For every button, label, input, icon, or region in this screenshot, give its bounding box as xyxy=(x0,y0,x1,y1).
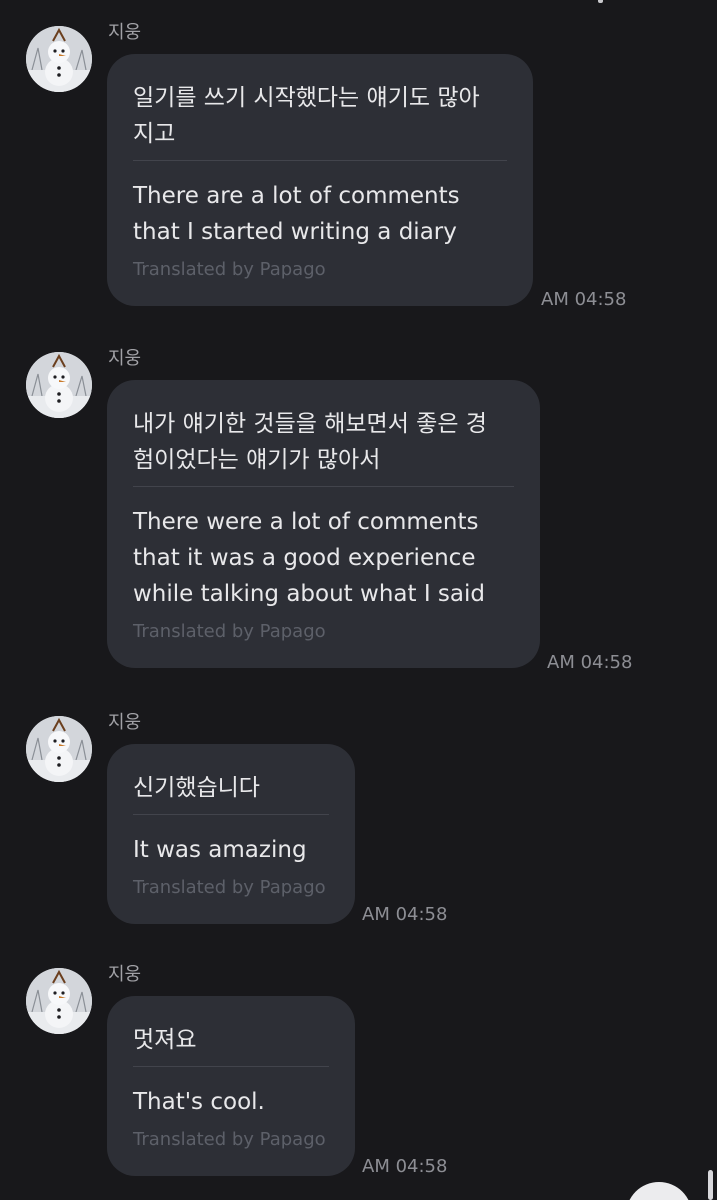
divider xyxy=(133,160,507,161)
status-indicator xyxy=(598,0,603,3)
snowman-icon xyxy=(26,26,92,92)
timestamp: AM 04:58 xyxy=(541,289,627,310)
timestamp: AM 04:58 xyxy=(362,1156,448,1177)
divider xyxy=(133,814,329,815)
timestamp: AM 04:58 xyxy=(362,904,448,925)
sender-name: 지웅 xyxy=(108,712,142,733)
translation-credit: Translated by Papago xyxy=(133,1129,326,1150)
translated-text: That's cool. xyxy=(133,1089,265,1115)
timestamp: AM 04:58 xyxy=(547,652,633,673)
translation-credit: Translated by Papago xyxy=(133,877,326,898)
avatar[interactable] xyxy=(26,26,92,92)
original-text: 내가 얘기한 것들을 해보면서 좋은 경 험이었다는 얘기가 많아서 xyxy=(133,411,487,473)
message-bubble[interactable]: 내가 얘기한 것들을 해보면서 좋은 경 험이었다는 얘기가 많아서 There… xyxy=(107,380,540,668)
message-bubble[interactable]: 멋져요 That's cool. Translated by Papago xyxy=(107,996,355,1176)
avatar[interactable] xyxy=(26,968,92,1034)
divider xyxy=(133,1066,329,1067)
avatar[interactable] xyxy=(26,716,92,782)
translated-text: There were a lot of comments that it was… xyxy=(133,509,485,607)
snowman-icon xyxy=(26,716,92,782)
sender-name: 지웅 xyxy=(108,22,142,43)
avatar[interactable] xyxy=(26,352,92,418)
translation-credit: Translated by Papago xyxy=(133,621,326,642)
snowman-icon xyxy=(26,968,92,1034)
translated-text: There are a lot of comments that I start… xyxy=(133,183,460,245)
scroll-to-bottom-button[interactable] xyxy=(626,1182,692,1200)
chat-view[interactable]: 지웅 일기를 쓰기 시작했다는 얘기도 많아 지고 There are a lo… xyxy=(0,0,717,1200)
sender-name: 지웅 xyxy=(108,348,142,369)
scrollbar-thumb[interactable] xyxy=(708,1170,713,1200)
message-bubble[interactable]: 신기했습니다 It was amazing Translated by Papa… xyxy=(107,744,355,924)
translated-text: It was amazing xyxy=(133,837,307,863)
original-text: 일기를 쓰기 시작했다는 얘기도 많아 지고 xyxy=(133,85,480,147)
snowman-icon xyxy=(26,352,92,418)
translation-credit: Translated by Papago xyxy=(133,259,326,280)
sender-name: 지웅 xyxy=(108,964,142,985)
message-bubble[interactable]: 일기를 쓰기 시작했다는 얘기도 많아 지고 There are a lot o… xyxy=(107,54,533,306)
original-text: 멋져요 xyxy=(133,1027,197,1053)
original-text: 신기했습니다 xyxy=(133,775,260,801)
divider xyxy=(133,486,514,487)
